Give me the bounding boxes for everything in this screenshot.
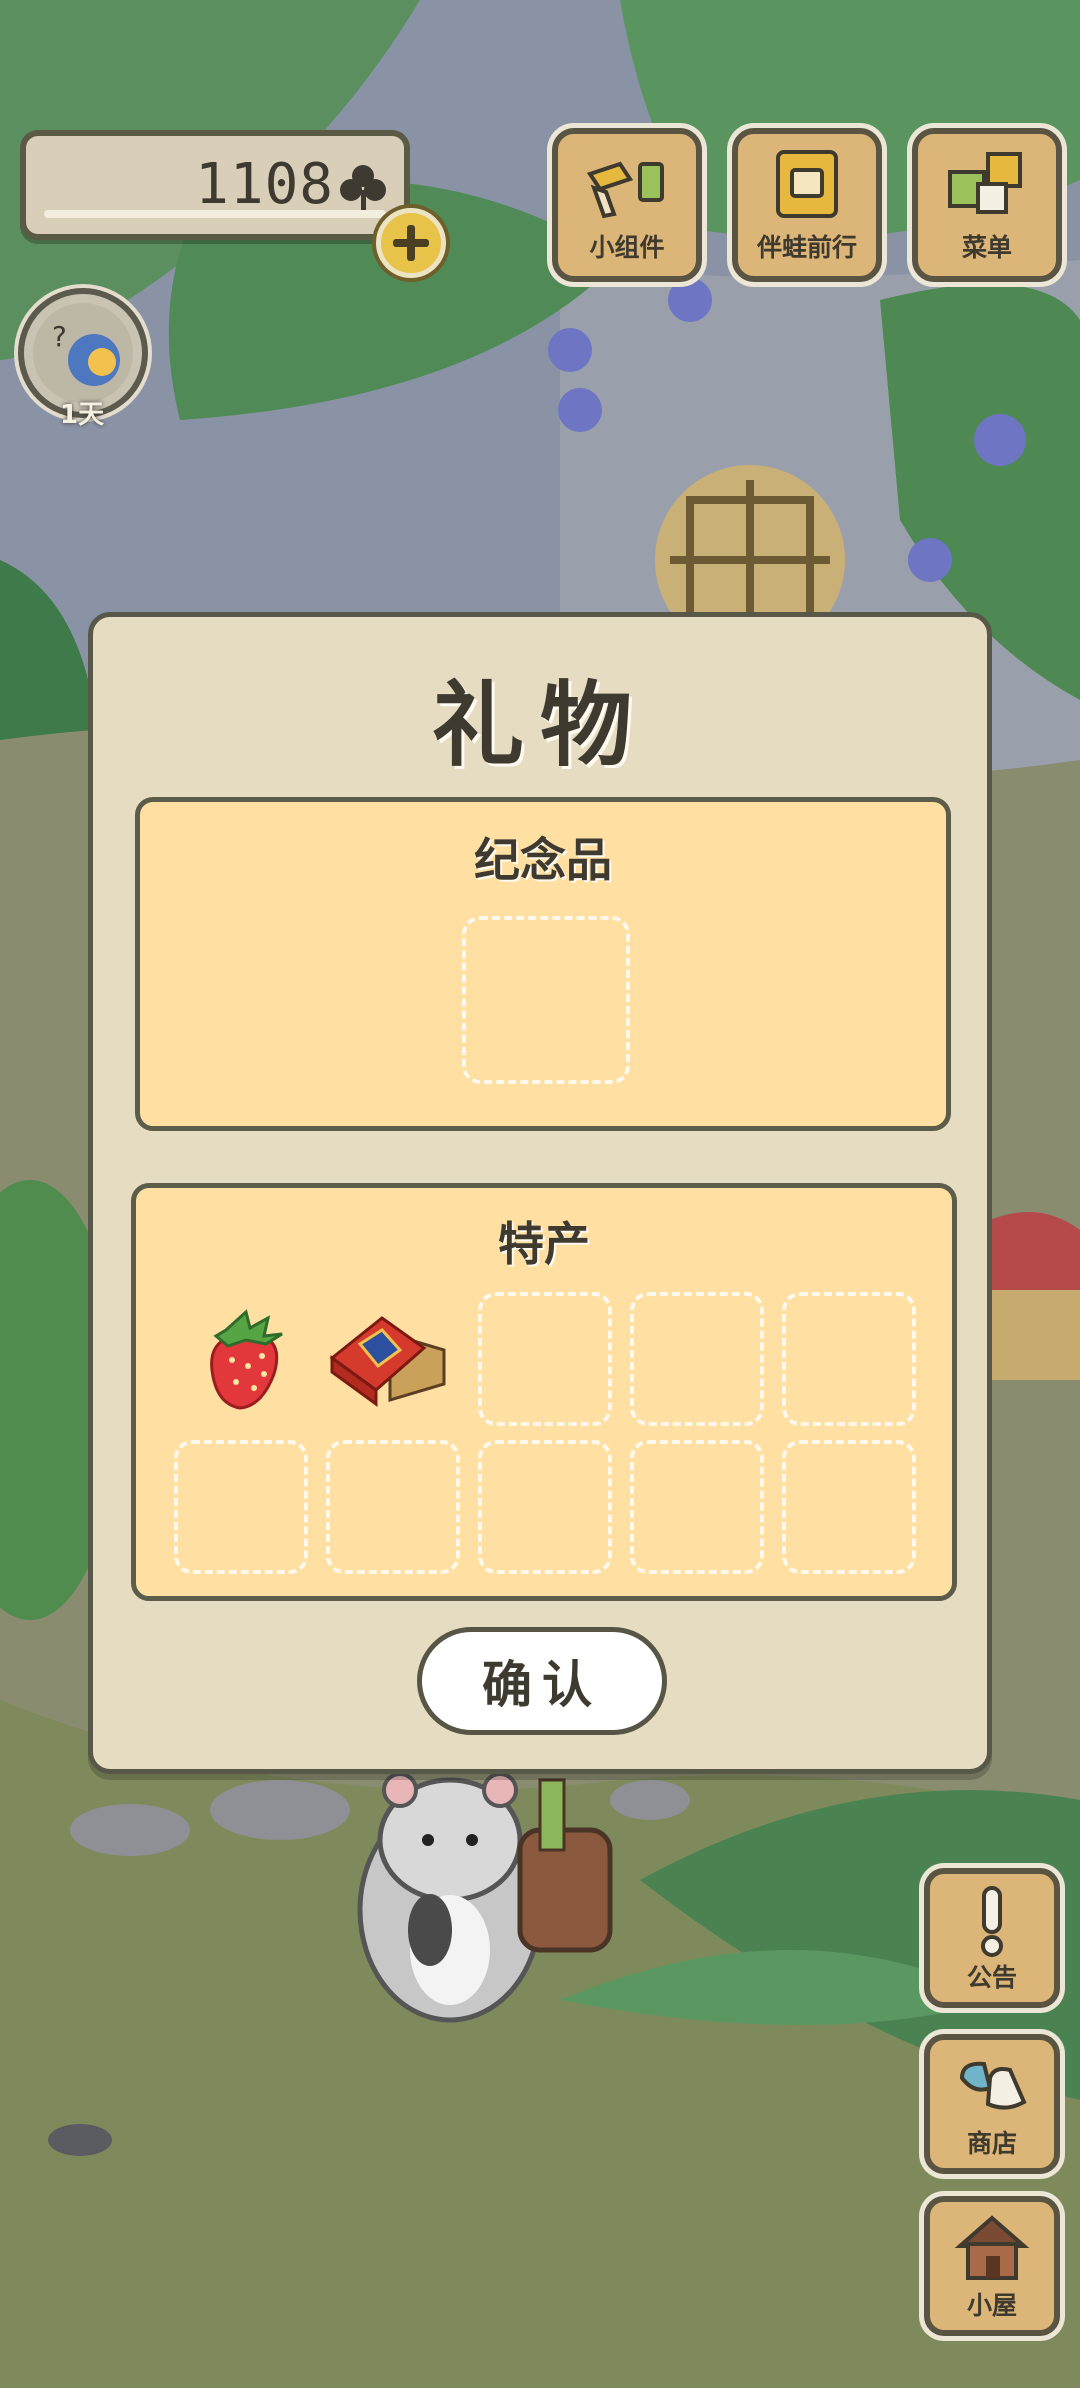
specialty-slot[interactable] [174,1440,308,1574]
notice-icon [981,1886,1003,1957]
widget-button[interactable]: 小组件 [552,128,702,282]
shop-bags-icon [959,2061,1027,2110]
shop-label: 商店 [966,2129,1017,2158]
shop-button[interactable]: 商店 [924,2034,1060,2174]
specialty-slot[interactable] [630,1440,764,1574]
strawberry-item[interactable] [196,1304,296,1414]
clover-count: 1108 [195,152,334,217]
specialty-slot[interactable] [478,1440,612,1574]
house-icon [954,2215,1030,2280]
souvenir-section: 纪念品 [135,797,951,1131]
clover-bar [44,210,386,218]
gift-box-item[interactable] [320,1304,454,1414]
menu-label: 菜单 [961,233,1012,262]
journey-label: 伴蛙前行 [756,233,857,262]
house-label: 小屋 [966,2291,1017,2320]
clover-icon [340,165,386,212]
specialty-slot[interactable] [782,1440,916,1574]
widget-label: 小组件 [589,233,665,262]
house-button[interactable]: 小屋 [924,2196,1060,2336]
souvenir-title: 纪念品 [474,833,612,887]
specialty-slot[interactable] [478,1292,612,1426]
svg-text:?: ? [52,320,67,353]
strawberry-icon [210,1309,283,1410]
menu-cards-icon [948,152,1022,214]
add-clover-button[interactable] [376,208,446,278]
specialty-section: 特产 [131,1183,957,1601]
widget-icon [586,161,664,219]
menu-button[interactable]: 菜单 [912,128,1062,282]
specialty-title: 特产 [498,1217,590,1271]
notice-label: 公告 [966,1963,1017,1992]
notice-button[interactable]: 公告 [924,1868,1060,2008]
gift-dialog: 礼物 纪念品 特产 确认 [88,612,992,1774]
confirm-button[interactable]: 确认 [417,1627,667,1735]
journey-button[interactable]: 伴蛙前行 [732,128,882,282]
journey-book-icon [776,150,838,218]
souvenir-slot[interactable] [462,916,630,1084]
gift-box-icon [329,1316,446,1407]
specialty-slot[interactable] [782,1292,916,1426]
specialty-slot[interactable] [326,1440,460,1574]
specialty-slot[interactable] [630,1292,764,1426]
dialog-title: 礼物 [431,672,648,779]
plus-icon [393,225,429,261]
days-label: 1天 [60,400,105,430]
clover-counter: 1108 [20,130,410,240]
